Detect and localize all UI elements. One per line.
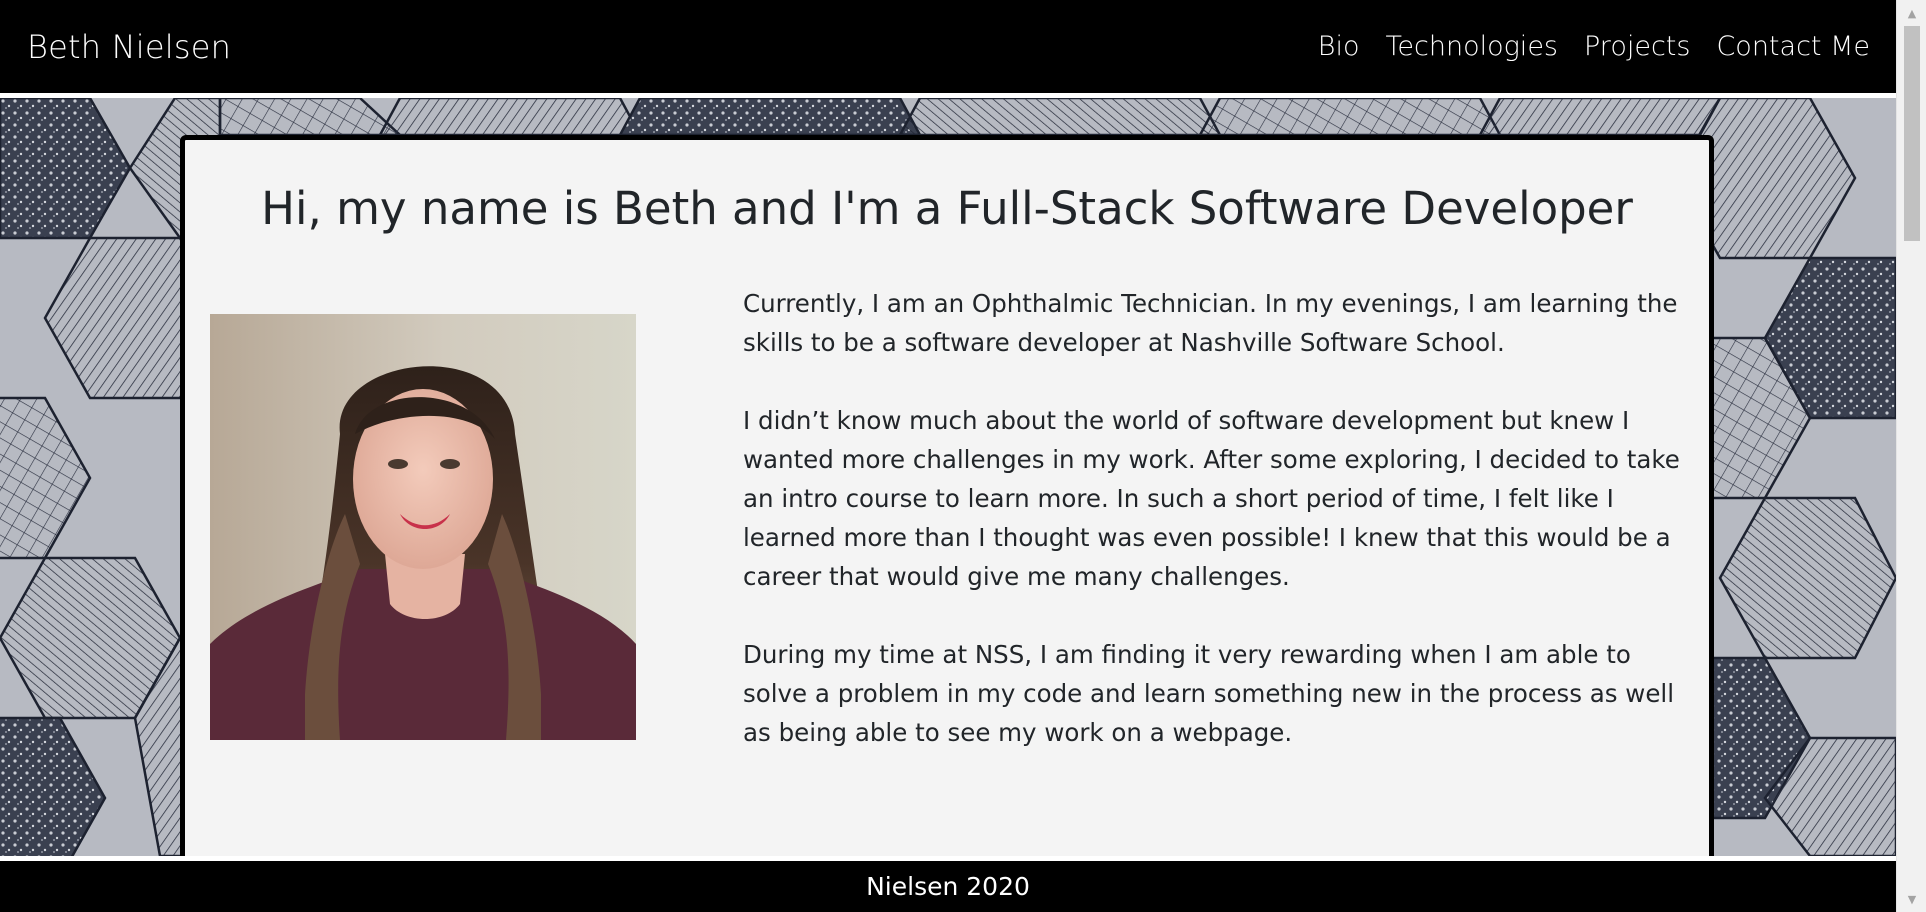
bio-paragraph-2: I didn’t know much about the world of so… bbox=[743, 406, 1680, 591]
nav-link-projects[interactable]: Projects bbox=[1584, 31, 1690, 62]
bio-paragraph-3: During my time at NSS, I am finding it v… bbox=[743, 640, 1675, 747]
page: Beth Nielsen Bio Technologies Projects C… bbox=[0, 0, 1926, 912]
footer: Nielsen 2020 bbox=[0, 861, 1896, 912]
bio-paragraph-1: Currently, I am an Ophthalmic Technician… bbox=[743, 289, 1678, 357]
scroll-up-icon[interactable]: ▲ bbox=[1897, 0, 1926, 26]
nav-link-contact-me[interactable]: Contact Me bbox=[1716, 31, 1870, 62]
nav-link-technologies[interactable]: Technologies bbox=[1385, 31, 1558, 62]
nav-links: Bio Technologies Projects Contact Me bbox=[1318, 31, 1870, 62]
bio-text: Currently, I am an Ophthalmic Technician… bbox=[743, 284, 1683, 791]
footer-text: Nielsen 2020 bbox=[866, 872, 1030, 901]
nav-link-bio[interactable]: Bio bbox=[1318, 31, 1360, 62]
profile-photo bbox=[210, 314, 636, 740]
nav-divider bbox=[0, 93, 1896, 98]
top-navbar: Beth Nielsen Bio Technologies Projects C… bbox=[0, 0, 1896, 93]
scroll-thumb[interactable] bbox=[1904, 26, 1920, 241]
brand-link[interactable]: Beth Nielsen bbox=[27, 28, 231, 66]
bio-card: Hi, my name is Beth and I'm a Full-Stack… bbox=[180, 135, 1714, 875]
bio-title: Hi, my name is Beth and I'm a Full-Stack… bbox=[261, 182, 1633, 235]
scroll-down-icon[interactable]: ▼ bbox=[1897, 886, 1926, 912]
scrollbar[interactable]: ▲ ▼ bbox=[1896, 0, 1926, 912]
